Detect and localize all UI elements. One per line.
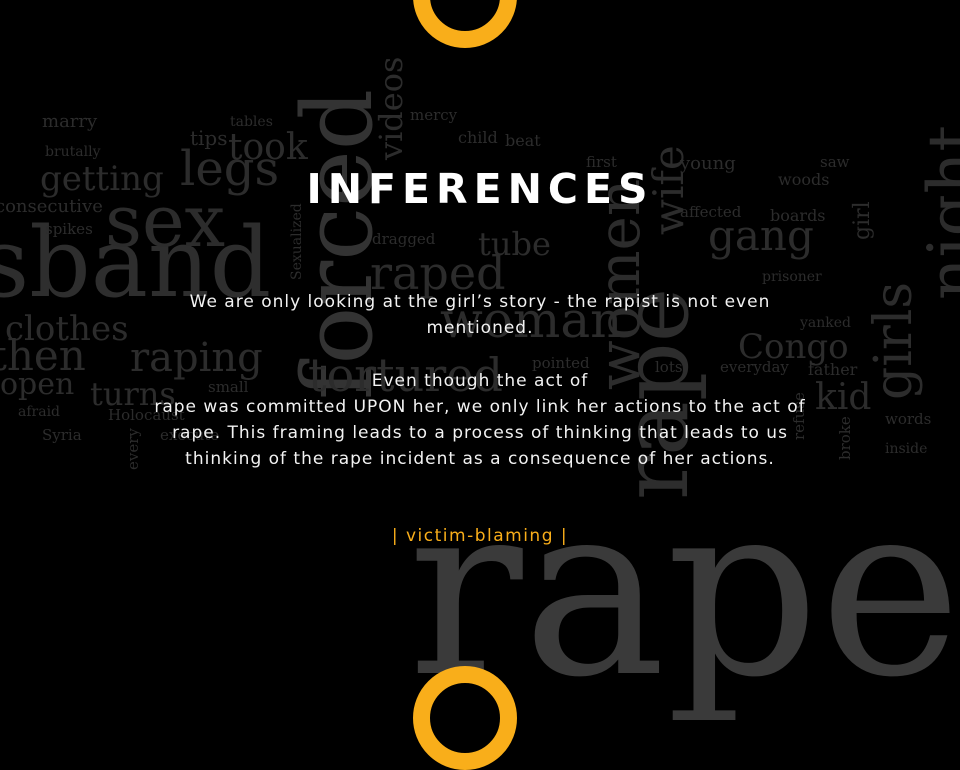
bg-word: beat [505,131,541,150]
bg-word: mercy [410,106,458,124]
bg-word: inside [885,441,928,457]
bg-word: spikes [45,220,93,238]
bottom-ring-decoration [413,666,517,770]
bg-word: marry [42,111,98,132]
bg-word: tables [230,114,273,130]
bg-word: words [885,410,932,428]
paragraph-framing: Even though the act of rape was committe… [140,368,820,472]
bg-word: tube [478,225,551,263]
bg-word: broke [836,416,854,460]
word-cloud-background: rape sband forced rape women sex legs to… [0,0,960,720]
bg-word: tips [190,126,228,150]
bg-word: videos [372,56,410,160]
bg-word: Syria [42,426,82,444]
bg-word: prisoner [762,269,822,285]
bg-word: afraid [18,404,61,420]
bg-word: took [228,127,308,168]
victim-blaming-tag: | victim-blaming | [391,526,569,546]
bg-word: Sexualized [289,203,305,280]
bg-word: kid [815,377,872,418]
bg-word: every [124,428,142,470]
bg-word: brutally [45,144,101,160]
bg-word: then [0,331,86,380]
paragraph-rapist-not-mentioned: We are only looking at the girl’s story … [189,292,771,338]
slide-title: INFERENCES [306,165,654,213]
bg-word: girls [864,281,924,400]
paragraph-framing-text: Even though the act of rape was committe… [154,371,806,469]
bg-word: dragged [372,230,436,248]
bg-word: child [458,128,498,147]
